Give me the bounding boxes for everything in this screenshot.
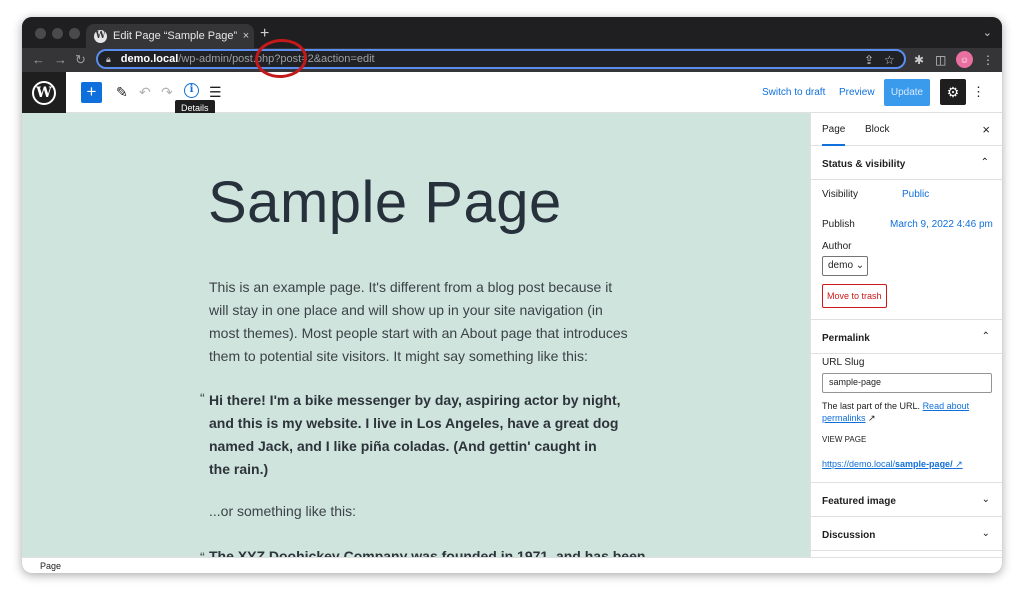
new-tab-button[interactable]: + [260,25,269,43]
browser-window: W Edit Page “Sample Page” ‹ Dem × + ⌄ ← … [22,17,1002,573]
share-icon[interactable]: ⇪ [864,52,874,68]
minimize-window-button[interactable] [52,28,63,39]
extensions-puzzle-icon[interactable]: ✱ [914,52,924,68]
permalink-slug: sample-page/ [895,459,953,469]
permalink-url-link[interactable]: https://demo.local/sample-page/ ↗ [822,459,963,470]
tab-page[interactable]: Page [822,124,846,146]
sidebar-tabs: Page Block × [811,113,1002,146]
switch-to-draft-button[interactable]: Switch to draft [762,87,825,98]
browser-tab[interactable]: W Edit Page “Sample Page” ‹ Dem × [86,24,254,48]
external-link-icon: ↗ [868,413,876,423]
tab-block[interactable]: Block [865,124,889,135]
preview-button[interactable]: Preview [839,87,875,98]
permalink-header[interactable]: Permalink ⌃ [811,320,1002,354]
author-value: demo [828,260,854,271]
edit-pencil-icon[interactable]: ✎ [116,83,128,101]
view-page-label: VIEW PAGE [822,435,867,444]
quote-mark-icon: “ [200,390,205,406]
chevron-down-icon: ⌄ [981,528,990,539]
url-slug-input[interactable]: sample-page [822,373,992,393]
url-host: demo.local [120,53,179,65]
tab-close-icon[interactable]: × [238,30,254,42]
chevron-up-icon: ⌃ [981,331,990,342]
status-visibility-title: Status & visibility [822,159,906,170]
back-arrow-icon[interactable]: ← [32,51,45,69]
lock-icon: 🔒︎ [106,53,111,64]
status-visibility-header[interactable]: Status & visibility ⌃ [811,146,1002,180]
discussion-title: Discussion [822,530,876,541]
chevron-down-icon: ⌄ [981,494,990,505]
quote-mark-icon-2: “ [200,549,205,557]
profile-avatar[interactable]: ☺ [956,51,973,68]
featured-image-title: Featured image [822,496,896,507]
more-options-icon[interactable]: ⋮ [972,84,985,100]
list-view-icon[interactable]: ☰ [209,83,222,101]
paragraph-block-2[interactable]: ...or something like this: [209,503,356,519]
forward-arrow-icon[interactable]: → [54,51,67,69]
maximize-window-button[interactable] [69,28,80,39]
bookmark-star-icon[interactable]: ☆ [884,52,895,68]
permalink-help: The last part of the URL. Read about per… [822,400,992,424]
wordpress-logo-button[interactable]: W [22,72,66,113]
author-select[interactable]: demo ⌄ [822,256,868,276]
move-to-trash-button[interactable]: Move to trash [822,284,887,308]
settings-sidebar: Page Block × Status & visibility ⌃ Visib… [810,113,1002,557]
publish-label: Publish [822,219,855,230]
quote-block-2[interactable]: The XYZ Doohickey Company was founded in… [209,548,669,557]
side-panel-icon[interactable]: ◫ [935,52,946,68]
wordpress-logo-icon: W [32,80,56,105]
publish-date[interactable]: March 9, 2022 4:46 pm [890,219,993,230]
quote-block[interactable]: Hi there! I'm a bike messenger by day, a… [209,389,621,481]
update-button[interactable]: Update [884,79,930,106]
help-text: The last part of the URL. [822,401,921,411]
editor-canvas: Sample Page This is an example page. It'… [22,113,810,557]
chevron-down-icon: ⌄ [855,260,865,271]
permalink-prefix: https://demo.local/ [822,459,896,469]
tab-search-chevron-icon[interactable]: ⌄ [983,26,992,39]
reload-icon[interactable]: ↻ [75,51,86,69]
close-window-button[interactable] [35,28,46,39]
wordpress-editor: W + ✎ ↶ ↷ i ☰ Details Switch to draft Pr… [22,72,1002,573]
add-block-button[interactable]: + [81,82,102,103]
paragraph-block[interactable]: This is an example page. It's different … [209,276,629,368]
discussion-header[interactable]: Discussion ⌄ [811,517,1002,551]
permalink-title: Permalink [822,333,870,344]
wordpress-favicon-icon: W [94,29,107,43]
undo-icon[interactable]: ↶ [139,83,151,101]
browser-menu-icon[interactable]: ⋮ [982,52,994,68]
external-link-icon-2: ↗ [955,459,963,469]
page-title[interactable]: Sample Page [208,169,562,236]
chevron-up-icon: ⌃ [980,157,989,168]
browser-toolbar: ← → ↻ 🔒︎ demo.local /wp-admin/post.php?p… [22,48,1002,72]
redo-icon[interactable]: ↷ [161,83,173,101]
details-info-icon[interactable]: i [184,83,199,98]
editor-header: W + ✎ ↶ ↷ i ☰ Details Switch to draft Pr… [22,72,1002,116]
address-bar[interactable]: 🔒︎ demo.local /wp-admin/post.php?post=2&… [96,49,906,69]
author-label: Author [822,241,852,252]
visibility-label: Visibility [822,189,858,200]
visibility-value[interactable]: Public [902,189,929,200]
url-slug-label: URL Slug [822,357,865,368]
tab-title: Edit Page “Sample Page” ‹ Dem [113,30,238,42]
close-sidebar-icon[interactable]: × [982,122,990,137]
featured-image-header[interactable]: Featured image ⌄ [811,483,1002,517]
settings-gear-icon[interactable]: ⚙ [940,79,966,105]
tab-strip: W Edit Page “Sample Page” ‹ Dem × + ⌄ [22,17,1002,48]
block-breadcrumb[interactable]: Page [22,557,1002,573]
